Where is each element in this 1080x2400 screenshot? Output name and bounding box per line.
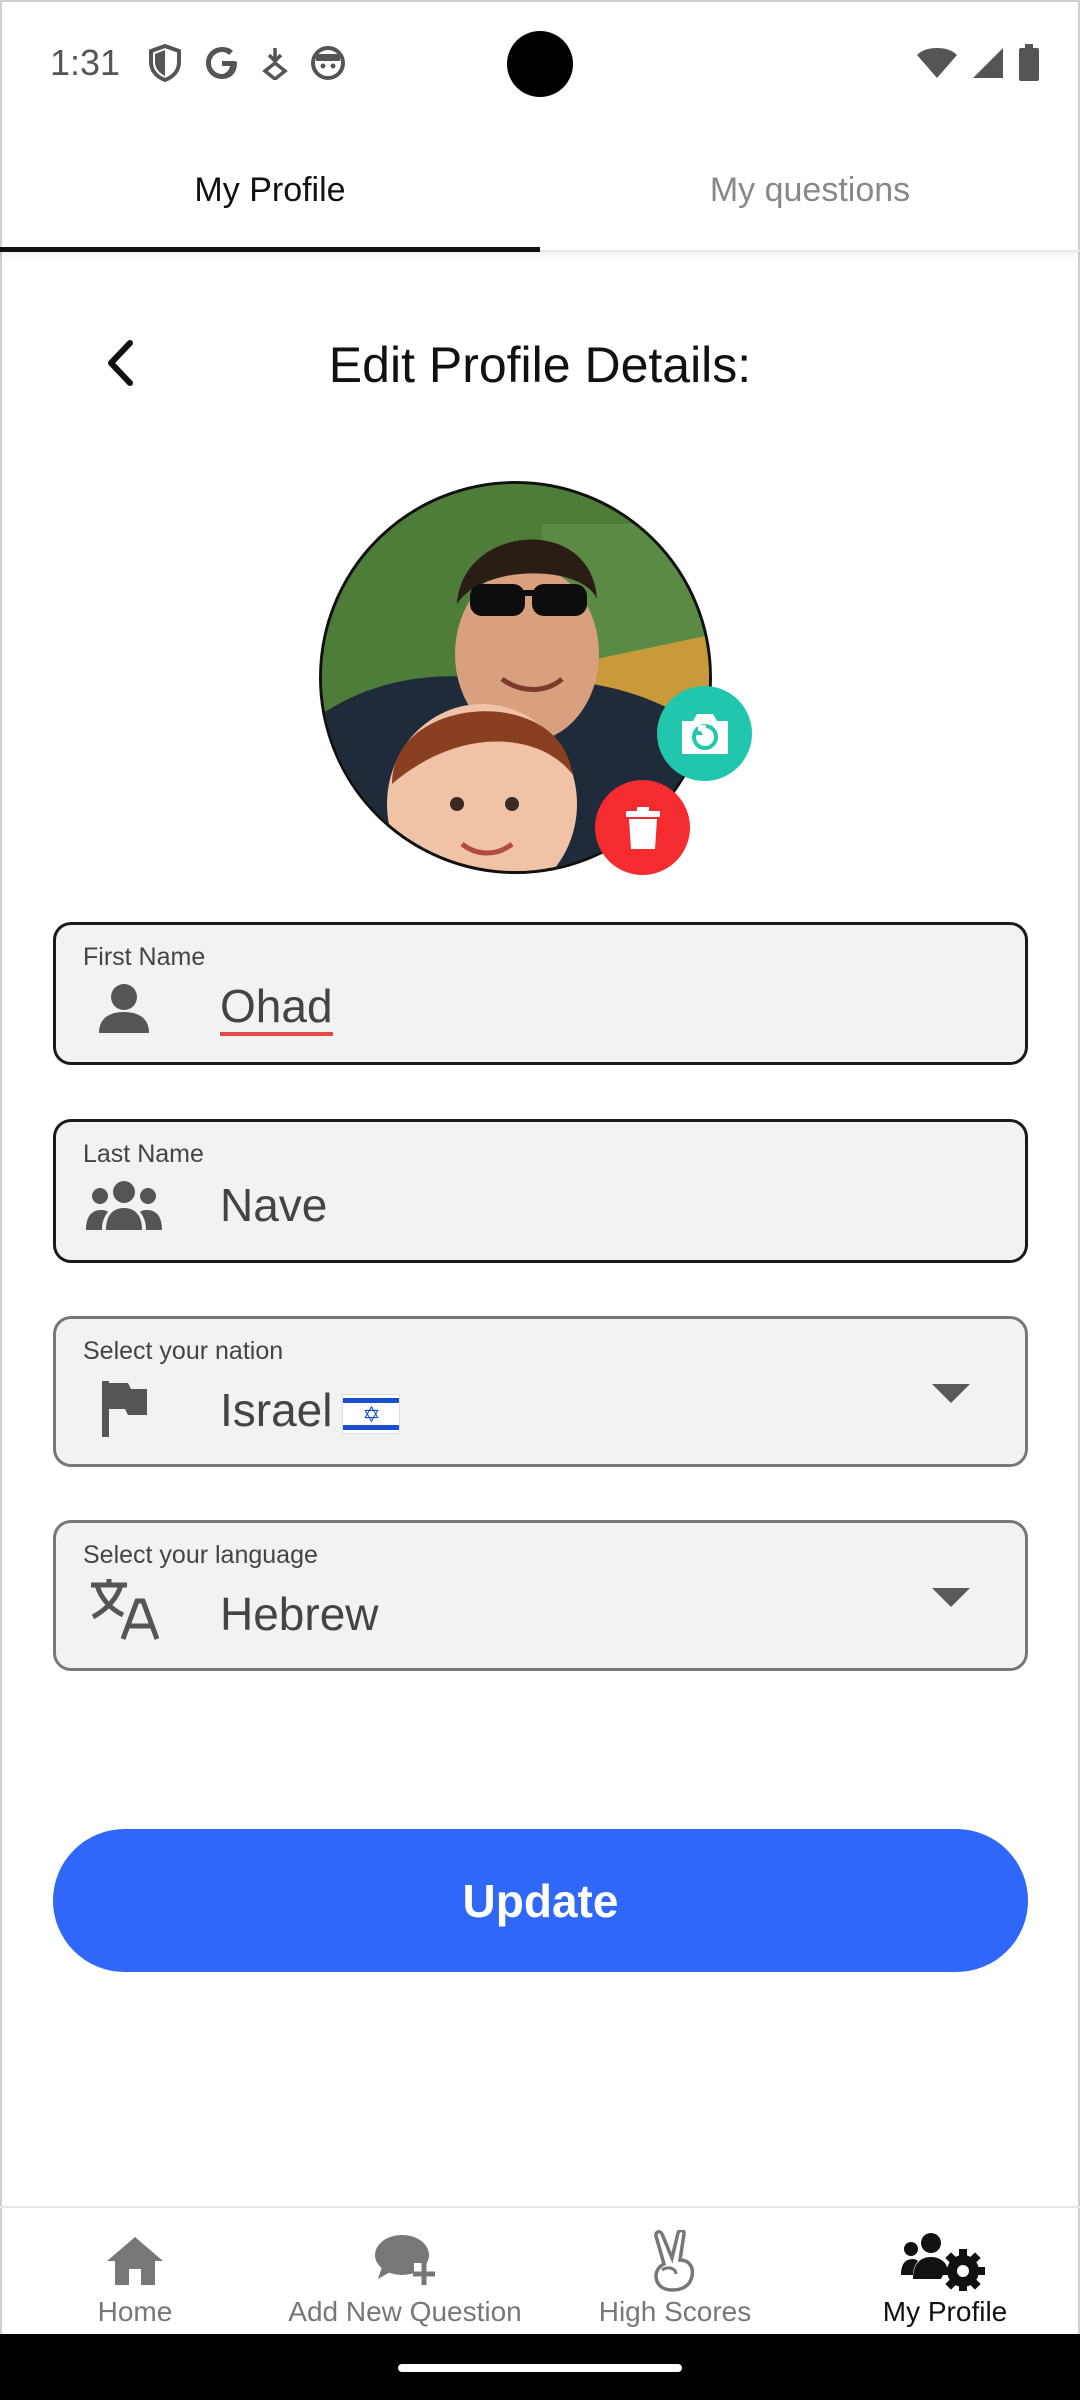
translate-icon (86, 1571, 162, 1647)
tab-my-questions[interactable]: My questions (540, 130, 1080, 250)
update-button[interactable]: Update (53, 1829, 1028, 1972)
download-arrow-icon (262, 46, 288, 80)
nation-select[interactable]: Select your nation Israel ✡ (53, 1316, 1028, 1467)
language-dropdown-caret-icon (932, 1588, 970, 1607)
first-name-field[interactable]: First Name Ohad (53, 922, 1028, 1065)
last-name-label: Last Name (83, 1140, 204, 1168)
nav-home[interactable]: Home (0, 2208, 270, 2334)
nav-my-profile-label: My Profile (882, 2296, 1008, 2327)
nav-home-label: Home (97, 2296, 173, 2327)
status-bar: 1:31 (0, 0, 1080, 130)
nav-add-new-question[interactable]: Add New Question (270, 2208, 540, 2334)
nav-high-scores[interactable]: High Scores (540, 2208, 810, 2334)
language-select[interactable]: Select your language Hebrew (53, 1520, 1028, 1671)
nation-value-wrap: Israel ✡ (220, 1383, 401, 1437)
status-time: 1:31 (50, 42, 121, 83)
trash-icon (625, 806, 660, 849)
victory-hand-icon (650, 2230, 700, 2292)
nation-dropdown-caret-icon (932, 1384, 970, 1403)
first-name-label: First Name (83, 943, 206, 971)
nation-value: Israel (220, 1384, 333, 1436)
tab-my-profile[interactable]: My Profile (0, 130, 540, 252)
front-camera (507, 31, 573, 97)
language-label: Select your language (83, 1541, 318, 1569)
change-photo-button[interactable] (657, 686, 752, 781)
first-name-input[interactable]: Ohad (220, 979, 333, 1036)
add-comment-icon (374, 2230, 436, 2292)
nav-add-question-label: Add New Question (288, 2296, 522, 2327)
flag-icon (86, 1371, 162, 1447)
last-name-input[interactable]: Nave (220, 1178, 327, 1232)
users-gear-icon (901, 2230, 989, 2292)
signal-icon (972, 47, 1004, 84)
battery-icon (1018, 44, 1040, 87)
page-title: Edit Profile Details: (328, 337, 752, 393)
status-left-icons (148, 44, 346, 82)
person-icon (86, 970, 162, 1046)
first-name-value: Ohad (220, 980, 333, 1036)
google-icon (204, 45, 240, 81)
language-value: Hebrew (220, 1588, 379, 1640)
wifi-icon (916, 47, 958, 84)
last-name-field[interactable]: Last Name Nave (53, 1119, 1028, 1263)
nav-high-scores-label: High Scores (598, 2296, 752, 2327)
status-right-icons (916, 44, 1040, 87)
group-icon (86, 1167, 162, 1243)
nav-my-profile[interactable]: My Profile (810, 2208, 1080, 2334)
gesture-handle[interactable] (398, 2364, 682, 2372)
israel-flag-icon: ✡ (342, 1393, 401, 1434)
delete-photo-button[interactable] (595, 780, 690, 875)
face-icon (310, 45, 346, 81)
bottom-nav: Home Add New Question High Scores My Pro… (0, 2206, 1080, 2334)
nation-label: Select your nation (83, 1337, 284, 1365)
top-tab-bar: My Profile My questions (0, 130, 1080, 252)
camera-rotate-icon (681, 713, 728, 754)
home-icon (105, 2230, 165, 2292)
shield-icon (148, 44, 182, 82)
